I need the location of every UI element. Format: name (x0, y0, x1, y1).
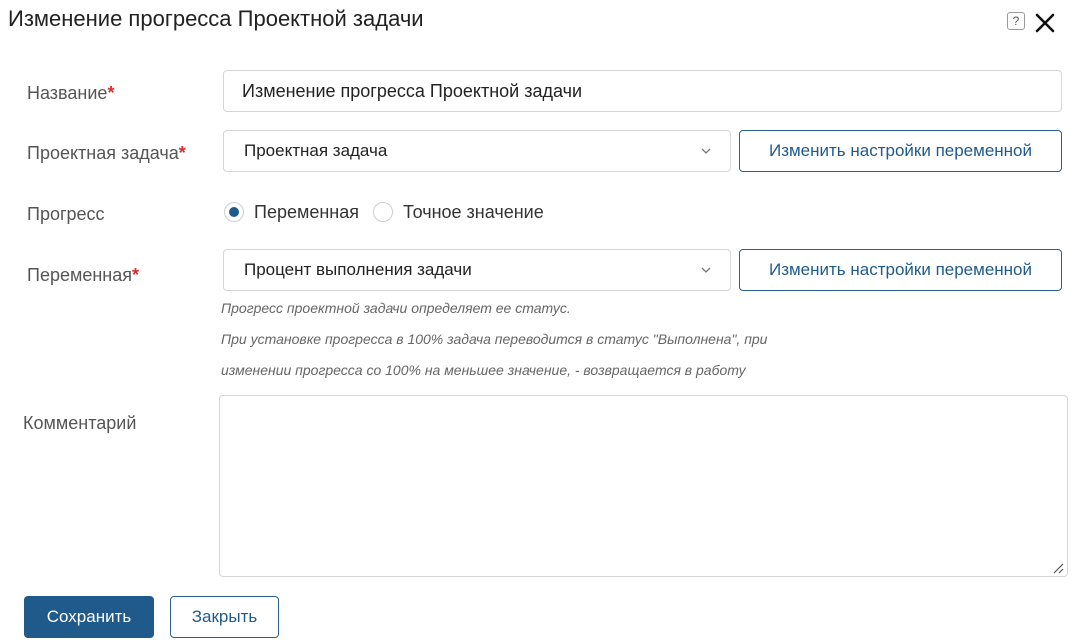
progress-label: Прогресс (27, 204, 105, 224)
close-button[interactable]: Закрыть (170, 596, 279, 638)
project-task-label: Проектная задача* (27, 143, 186, 164)
question-icon[interactable]: ? (1007, 12, 1025, 30)
close-icon[interactable] (1033, 11, 1057, 35)
variable-select[interactable]: Процент выполнения задачи (223, 249, 731, 291)
radio-variable-label: Переменная (254, 201, 359, 222)
variable-label-text: Переменная (27, 265, 132, 285)
variable-settings-button[interactable]: Изменить настройки переменной (739, 249, 1062, 291)
progress-dialog: Изменение прогресса Проектной задачи ? Н… (0, 0, 1081, 644)
hint-text: изменении прогресса со 100% на меньшее з… (221, 362, 746, 378)
project-task-select[interactable]: Проектная задача (223, 130, 731, 172)
name-label-text: Название (27, 83, 108, 103)
dialog-title: Изменение прогресса Проектной задачи (8, 6, 424, 31)
project-task-value: Проектная задача (244, 141, 388, 160)
required-mark: * (178, 143, 186, 163)
name-label: Название* (27, 83, 114, 104)
radio-exact-value-label: Точное значение (403, 201, 544, 222)
resize-handle-icon[interactable] (1052, 562, 1064, 574)
hint-text: Прогресс проектной задачи определяет ее … (221, 300, 571, 316)
comment-label: Комментарий (23, 413, 137, 433)
required-mark: * (132, 265, 140, 285)
hint-text: При установке прогресса в 100% задача пе… (221, 331, 768, 347)
chevron-down-icon (701, 267, 711, 273)
radio-exact-value[interactable]: Точное значение (373, 202, 544, 223)
required-mark: * (107, 83, 115, 103)
comment-textarea[interactable] (219, 395, 1068, 577)
project-task-settings-button[interactable]: Изменить настройки переменной (739, 130, 1062, 172)
variable-label: Переменная* (27, 265, 139, 286)
name-input[interactable] (223, 70, 1062, 112)
radio-unchecked-icon (373, 202, 393, 222)
radio-checked-icon (224, 202, 244, 222)
chevron-down-icon (701, 148, 711, 154)
progress-radio-group: Переменная Точное значение (224, 200, 544, 224)
radio-variable[interactable]: Переменная (224, 202, 359, 223)
variable-value: Процент выполнения задачи (244, 260, 472, 279)
project-task-label-text: Проектная задача (27, 143, 179, 163)
save-button[interactable]: Сохранить (24, 596, 154, 638)
